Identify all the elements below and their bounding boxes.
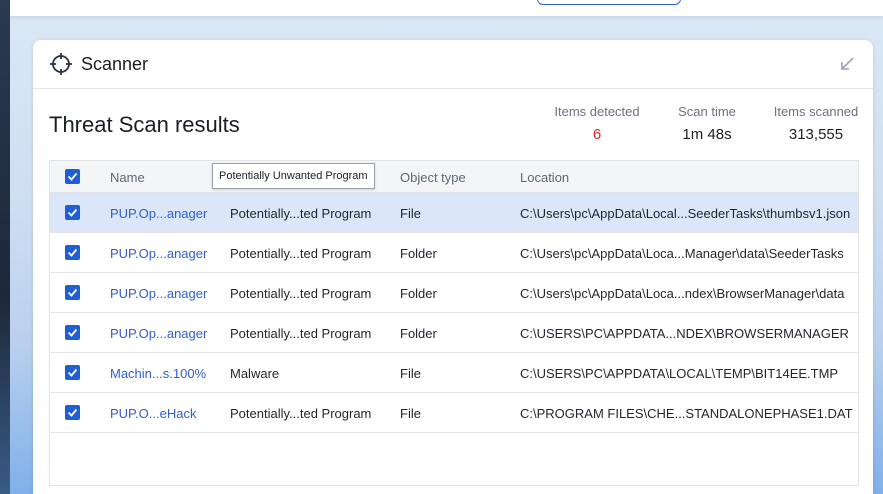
location: C:\Users\pc\AppData\Loca...Manager\data\…: [520, 246, 844, 261]
panel-header: Scanner: [33, 40, 873, 89]
table-row[interactable]: PUP.Op...anager Potentially...ted Progra…: [50, 313, 858, 353]
panel-title: Scanner: [81, 54, 149, 74]
checkmark-icon: [67, 328, 78, 337]
column-tooltip: Potentially Unwanted Program: [212, 163, 375, 189]
object-type: File: [400, 406, 421, 421]
location: C:\USERS\PC\APPDATA\LOCAL\TEMP\BIT14EE.T…: [520, 366, 839, 381]
checkmark-icon: [67, 172, 78, 181]
row-checkbox[interactable]: [65, 325, 80, 340]
threat-name-link[interactable]: PUP.Op...anager: [110, 326, 207, 341]
object-type: Folder: [400, 326, 437, 341]
threat-category: Potentially...ted Program: [230, 246, 372, 261]
checkmark-icon: [67, 368, 78, 377]
desktop-edge: [0, 0, 10, 494]
threat-name-link[interactable]: PUP.Op...anager: [110, 206, 207, 221]
row-checkbox[interactable]: [65, 285, 80, 300]
location: C:\PROGRAM FILES\CHE...STANDALONEPHASE1.…: [520, 406, 853, 421]
threat-category: Potentially...ted Program: [230, 286, 372, 301]
top-bar: [10, 0, 883, 16]
table-row[interactable]: Machin...s.100% Malware File C:\USERS\PC…: [50, 353, 858, 393]
row-checkbox[interactable]: [65, 245, 80, 260]
checkmark-icon: [67, 408, 78, 417]
threat-category: Potentially...ted Program: [230, 406, 372, 421]
stat-label: Scan time: [678, 104, 736, 119]
threat-name-link[interactable]: PUP.Op...anager: [110, 286, 207, 301]
column-header-name[interactable]: Name: [110, 170, 145, 185]
threat-name-link[interactable]: Machin...s.100%: [110, 366, 206, 381]
threat-category: Potentially...ted Program: [230, 326, 372, 341]
threat-name-link[interactable]: PUP.Op...anager: [110, 246, 207, 261]
results-title: Threat Scan results: [49, 112, 240, 137]
stat-items-detected: Items detected 6: [548, 104, 646, 143]
checkmark-icon: [67, 248, 78, 257]
stat-scan-time: Scan time 1m 48s: [669, 104, 745, 143]
checkmark-icon: [67, 288, 78, 297]
row-checkbox[interactable]: [65, 405, 80, 420]
row-checkbox[interactable]: [65, 365, 80, 380]
stat-label: Items detected: [554, 104, 640, 119]
row-checkbox[interactable]: [65, 205, 80, 220]
scanner-panel: Scanner Threat Scan results Items detect…: [33, 40, 873, 494]
results-table: Name Potentially Unwanted Program Object…: [49, 160, 859, 486]
threat-name-link[interactable]: PUP.O...eHack: [110, 406, 196, 421]
table-row[interactable]: PUP.Op...anager Potentially...ted Progra…: [50, 233, 858, 273]
object-type: File: [400, 366, 421, 381]
stat-label: Items scanned: [773, 104, 859, 119]
table-row[interactable]: PUP.Op...anager Potentially...ted Progra…: [50, 193, 858, 233]
location: C:\Users\pc\AppData\Local...SeederTasks\…: [520, 206, 851, 221]
stat-value: 6: [592, 126, 602, 143]
object-type: Folder: [400, 286, 437, 301]
location: C:\USERS\PC\APPDATA...NDEX\BROWSERMANAGE…: [520, 326, 849, 341]
table-row[interactable]: PUP.O...eHack Potentially...ted Program …: [50, 393, 858, 433]
threat-category: Potentially...ted Program: [230, 206, 372, 221]
stat-value: 313,555: [788, 126, 844, 143]
object-type: File: [400, 206, 421, 221]
threat-category: Malware: [230, 366, 280, 381]
top-button[interactable]: [537, 0, 681, 5]
checkmark-icon: [67, 208, 78, 217]
collapse-icon[interactable]: [839, 56, 855, 72]
location: C:\Users\pc\AppData\Loca...ndex\BrowserM…: [520, 286, 845, 301]
column-header-location[interactable]: Location: [520, 170, 569, 185]
column-header-object-type[interactable]: Object type: [400, 170, 466, 185]
stat-value: 1m 48s: [682, 126, 732, 143]
stat-items-scanned: Items scanned 313,555: [769, 104, 863, 143]
crosshair-icon: [50, 53, 72, 75]
object-type: Folder: [400, 246, 437, 261]
table-row[interactable]: PUP.Op...anager Potentially...ted Progra…: [50, 273, 858, 313]
select-all-checkbox[interactable]: [65, 169, 80, 184]
table-header: Name Potentially Unwanted Program Object…: [50, 161, 858, 193]
